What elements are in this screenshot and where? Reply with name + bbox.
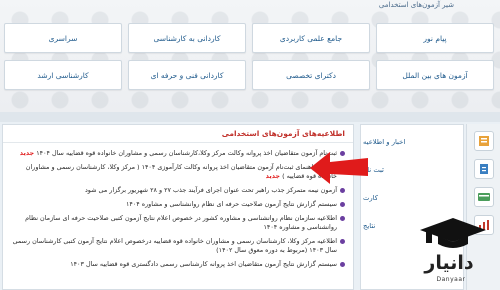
card-icon[interactable] [474,187,494,207]
top-banner [0,0,500,112]
announcements-list: ثبت‌نام آزمون متقاضیان اخذ پروانه وکالت … [3,143,353,269]
side-item-card[interactable]: کارت [363,185,459,211]
separator-band [0,112,500,122]
tile-international-exams[interactable]: آزمون های بین الملل [376,60,494,90]
tile-technical-associate[interactable]: کاردانی فنی و حرفه ای [128,60,246,90]
logo-name: دانیار [424,252,474,274]
register-icon[interactable] [474,159,494,179]
announcement-item[interactable]: دفترچه راهنمای ثبت‌نام آزمون متقاضیان اخ… [9,163,345,181]
announcement-item[interactable]: آزمون نیمه متمرکز جذب راهبر تحت عنوان اج… [9,186,345,195]
announcement-item[interactable]: ثبت‌نام آزمون متقاضیان اخذ پروانه وکالت … [9,149,345,158]
page-title: شیر آزمون‌های استخدامی [378,1,454,9]
tile-associate-to-bachelor[interactable]: کاردانی به کارشناسی [128,23,246,53]
tile-payame-noor[interactable]: پیام نور [376,23,494,53]
side-item-news[interactable]: اخبار و اطلاعیه [363,129,459,155]
new-badge: جدید [19,149,35,157]
tile-phd[interactable]: دکترای تخصصی [252,60,370,90]
announcement-item[interactable]: سیستم گزارش نتایج آزمون صلاحیت حرفه ای ن… [9,200,345,209]
tile-applied-science[interactable]: جامع علمی کاربردی [252,23,370,53]
new-badge: جدید [265,172,281,180]
announcement-item[interactable]: اطلاعیه سازمان نظام روانشناسی و مشاوره ک… [9,214,345,232]
side-item-register[interactable]: ثبت نام [363,157,459,183]
tile-sarasari[interactable]: سراسری [4,23,122,53]
news-icon[interactable] [474,131,494,151]
tile-masters[interactable]: کارشناسی ارشد [4,60,122,90]
announcement-item[interactable]: اطلاعیه مرکز وکلا، کارشناسان رسمی و مشاو… [9,237,345,255]
logo-subtitle: Danyaar [436,276,466,283]
red-arrow-icon [310,152,368,184]
announcements-panel: اطلاعیه‌های آزمون‌های استخدامی ثبت‌نام آ… [2,124,354,290]
announcement-item[interactable]: سیستم گزارش نتایج آزمون متقاضیان اخذ پرو… [9,260,345,269]
announcements-title: اطلاعیه‌های آزمون‌های استخدامی [3,125,353,143]
